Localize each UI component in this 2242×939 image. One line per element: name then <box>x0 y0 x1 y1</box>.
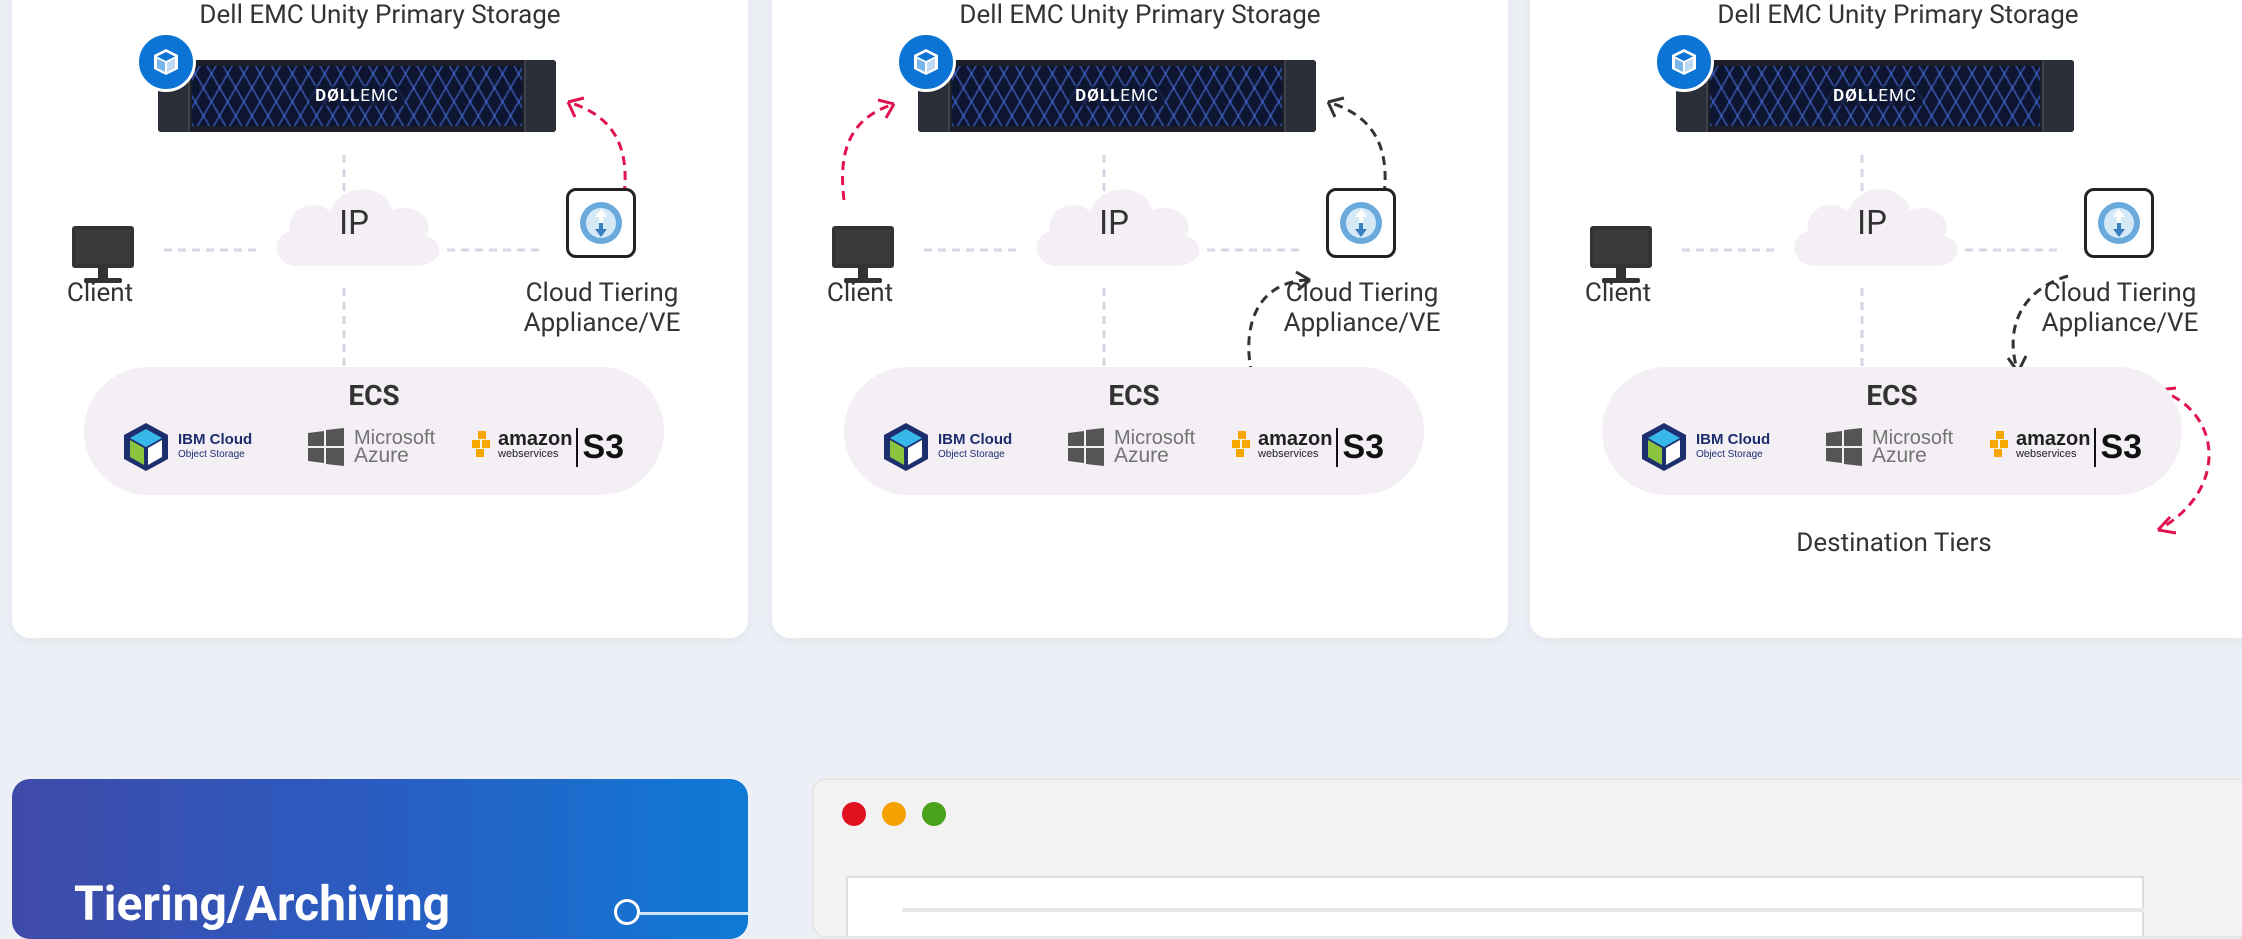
microsoft-azure-logo: Microsoft Azure <box>1824 417 1953 477</box>
storage-label: Dell EMC Unity Primary Storage <box>1717 0 2079 30</box>
storage-brand: DØLLEMC <box>309 86 405 106</box>
window-minimize-button[interactable] <box>882 802 906 826</box>
unity-storage-array: DØLLEMC <box>918 60 1316 132</box>
appliance-label: Cloud Tiering Appliance/VE <box>1283 278 1441 338</box>
unity-storage-array: DØLLEMC <box>158 60 556 132</box>
diagram-card-1: Dell EMC Unity Primary Storage DØLLEMC C… <box>12 0 748 638</box>
ibm-cloud-logo: IBM Cloud Object Storage <box>880 417 1012 477</box>
appliance-label: Cloud Tiering Appliance/VE <box>523 278 681 338</box>
client-label: Client <box>826 278 894 308</box>
promo-title: Tiering/Archiving <box>74 875 451 932</box>
microsoft-azure-logo: Microsoft Azure <box>1066 417 1195 477</box>
storage-brand: DØLLEMC <box>1069 86 1165 106</box>
window-maximize-button[interactable] <box>922 802 946 826</box>
vm-cube-icon <box>1654 32 1714 92</box>
ecs-destination-group: ECS IBM Cloud Object Storage Microsoft Azu… <box>1602 367 2182 495</box>
window-content-bar <box>902 908 2144 912</box>
arrow-appliance-to-storage <box>567 100 627 196</box>
storage-brand: DØLLEMC <box>1827 86 1923 106</box>
ibm-cloud-logo: IBM Cloud Object Storage <box>1638 417 1770 477</box>
aws-s3-logo: amazon webservices S3 <box>1230 417 1384 477</box>
client-label: Client <box>1584 278 1652 308</box>
promo-connector-line <box>640 912 748 915</box>
tiering-archiving-card[interactable]: Tiering/Archiving <box>12 779 748 939</box>
storage-label: Dell EMC Unity Primary Storage <box>959 0 1321 30</box>
unity-storage-array: DØLLEMC <box>1676 60 2074 132</box>
cloud-tiering-appliance-icon <box>1326 188 1396 258</box>
arrow-client-to-storage <box>841 102 895 201</box>
destination-tiers-label: Destination Tiers <box>1796 528 1992 558</box>
client-label: Client <box>66 278 134 308</box>
storage-label: Dell EMC Unity Primary Storage <box>199 0 561 30</box>
ecs-destination-group: ECS IBM Cloud Object Storage Microsoft Azu… <box>84 367 664 495</box>
cloud-tiering-appliance-icon <box>2084 188 2154 258</box>
ecs-label: ECS <box>1108 379 1160 412</box>
browser-window-mockup <box>812 778 2242 938</box>
diagram-card-2: Dell EMC Unity Primary Storage DØLLEMC C… <box>772 0 1508 638</box>
ecs-label: ECS <box>348 379 400 412</box>
ip-label: IP <box>1099 204 1129 243</box>
ip-label: IP <box>339 204 369 243</box>
window-content-area <box>846 876 2144 936</box>
vm-cube-icon <box>896 32 956 92</box>
ip-label: IP <box>1857 204 1887 243</box>
vm-cube-icon <box>136 32 196 92</box>
cloud-tiering-appliance-icon <box>566 188 636 258</box>
circle-icon <box>614 899 640 925</box>
ecs-label: ECS <box>1866 379 1918 412</box>
window-close-button[interactable] <box>842 802 866 826</box>
aws-s3-logo: amazon webservices S3 <box>1988 417 2142 477</box>
ibm-cloud-logo: IBM Cloud Object Storage <box>120 417 252 477</box>
arrow-appliance-to-storage <box>1327 100 1387 196</box>
ecs-destination-group: ECS IBM Cloud Object Storage Microsoft Azu… <box>844 367 1424 495</box>
diagram-card-3: Dell EMC Unity Primary Storage DØLLEMC C… <box>1530 0 2242 638</box>
microsoft-azure-logo: Microsoft Azure <box>306 417 435 477</box>
appliance-label: Cloud Tiering Appliance/VE <box>2041 278 2199 338</box>
aws-s3-logo: amazon webservices S3 <box>470 417 624 477</box>
